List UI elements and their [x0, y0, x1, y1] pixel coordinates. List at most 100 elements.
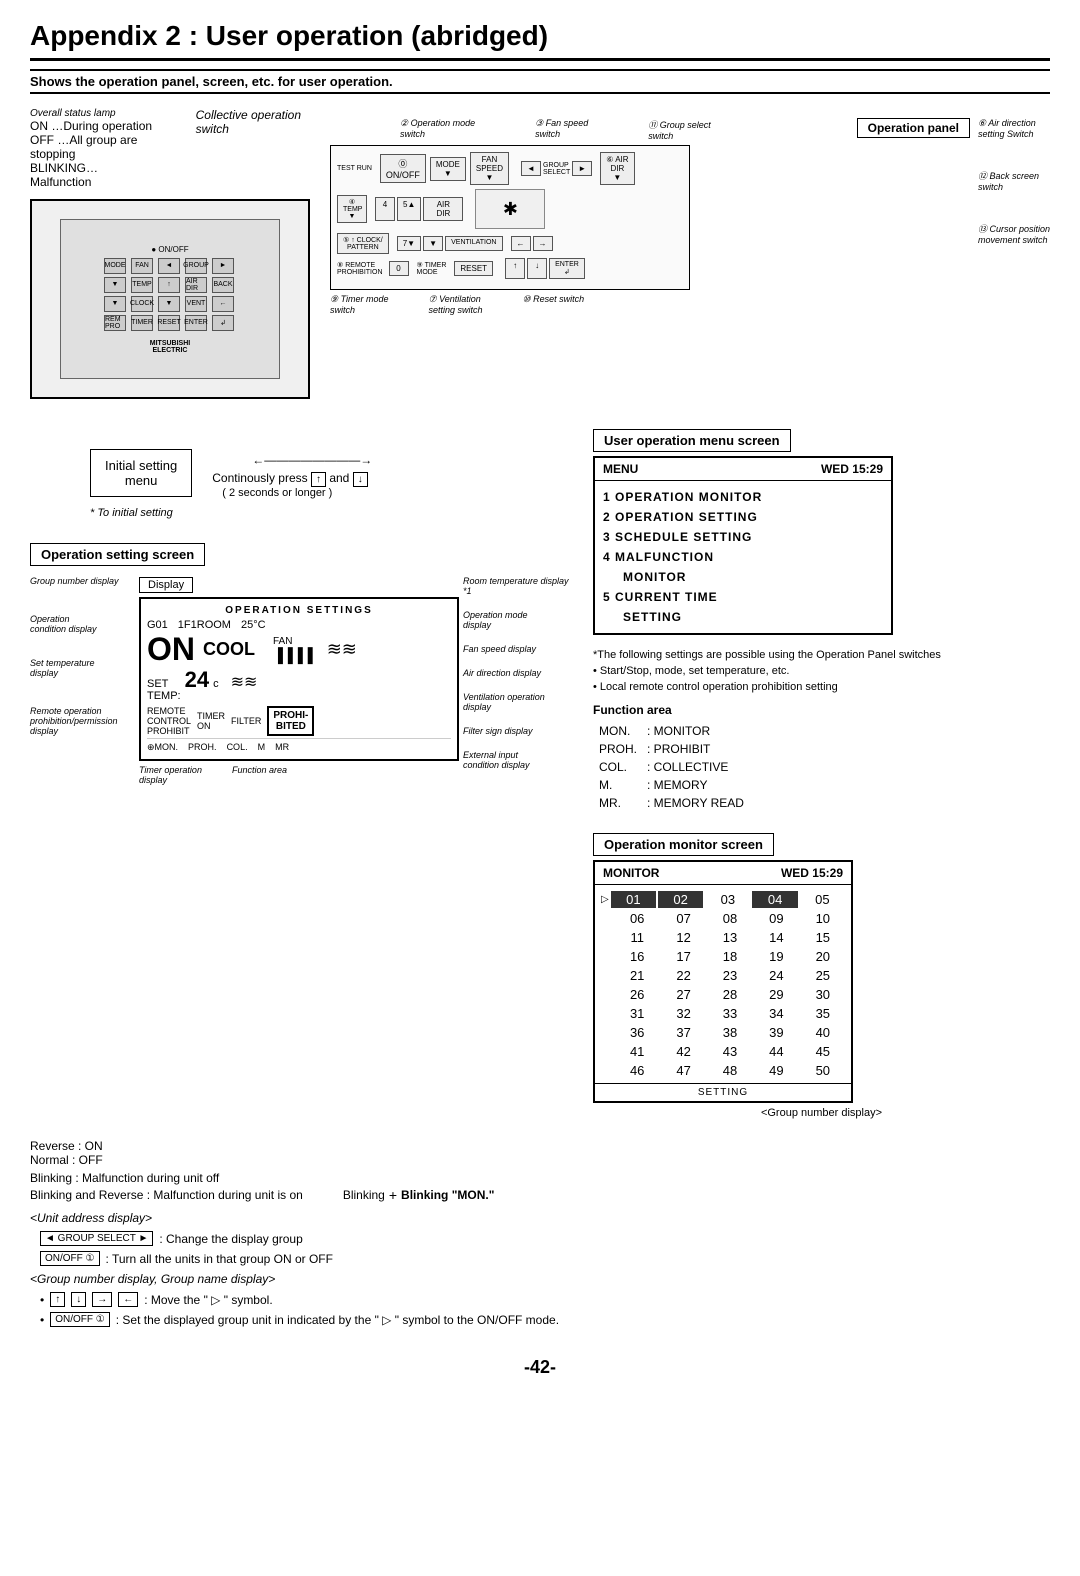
monitor-cell-01: 01	[611, 891, 656, 908]
monitor-header-label: MONITOR	[603, 866, 659, 880]
c30: 30	[801, 986, 845, 1003]
prohibit-label: PROHIBIT	[147, 726, 191, 736]
status-off: OFF …All group are stopping	[30, 133, 156, 161]
controller-illustration: ● ON/OFF MODE FAN ◄ GROUP ► ▼ TEMP ↑ AIR…	[30, 199, 310, 399]
up-btn[interactable]: ↑	[50, 1292, 65, 1307]
set-temp-c: c	[213, 678, 219, 690]
c07: 07	[661, 910, 705, 927]
menu-screen-label: User operation menu screen	[593, 429, 791, 452]
menu-item-4-sub: MONITOR	[603, 567, 883, 587]
blinking-reverse: Blinking and Reverse : Malfunction durin…	[30, 1188, 303, 1202]
monitor-cell-04: 04	[752, 891, 797, 908]
func-mr-abbr: MR.	[595, 795, 641, 811]
c24: 24	[754, 967, 798, 984]
op-setting-area: Operation setting screen Group number di…	[30, 543, 573, 785]
bullet-set-mode: • ON/OFF ① : Set the displayed group uni…	[40, 1312, 1050, 1327]
menu-items-list: 1 OPERATION MONITOR 2 OPERATION SETTING …	[595, 481, 891, 633]
c31: 31	[615, 1005, 659, 1022]
c06: 06	[615, 910, 659, 927]
right-btn[interactable]: →	[92, 1292, 112, 1307]
room-name: 1F1ROOM	[178, 619, 231, 631]
cursor-arrow: ▷	[601, 894, 609, 905]
c29: 29	[754, 986, 798, 1003]
func-col-abbr: COL.	[595, 759, 641, 775]
func-m-abbr: M.	[595, 777, 641, 793]
bottom-section: Reverse : ON Normal : OFF Blinking : Mal…	[30, 1139, 1050, 1327]
bullet-list-2: • ↑ ↓ → ← : Move the " ▷ " symbol. • ON/…	[40, 1292, 1050, 1327]
fan-label: FAN	[273, 636, 313, 647]
display-label: Display	[139, 577, 193, 593]
switch-label-10: ⑩ Reset switch	[523, 294, 585, 315]
label-function: Function area	[232, 765, 287, 785]
monitor-screen-label: Operation monitor screen	[593, 833, 774, 856]
page-number: -42-	[30, 1357, 1050, 1378]
function-area: Function area MON.: MONITOR PROH.: PROHI…	[593, 703, 1050, 813]
c11: 11	[615, 929, 659, 946]
onoff-btn-2[interactable]: ON/OFF ①	[50, 1312, 110, 1327]
c38: 38	[708, 1024, 752, 1041]
func-proh-desc: : PROHIBIT	[643, 741, 748, 757]
switch-label-3: ③ Fan speedswitch	[535, 118, 588, 141]
set-temp-val: 24	[185, 667, 209, 693]
label-set-temp: Set temperaturedisplay	[30, 658, 135, 678]
group-num: G01	[147, 619, 168, 631]
monitor-footer: SETTING	[595, 1083, 851, 1101]
control-label: CONTROL	[147, 716, 191, 726]
function-area-title: Function area	[593, 703, 1050, 717]
c33: 33	[708, 1005, 752, 1022]
menu-header-label: MENU	[603, 462, 638, 476]
c32: 32	[661, 1005, 705, 1022]
to-initial-note: * To initial setting	[90, 507, 192, 519]
c46: 46	[615, 1062, 659, 1079]
c37: 37	[661, 1024, 705, 1041]
bullet1: • Start/Stop, mode, set temperature, etc…	[593, 665, 1050, 677]
label-timer: Timer operationdisplay	[139, 765, 202, 785]
bullet-group-select: ◄ GROUP SELECT ► : Change the display gr…	[40, 1231, 1050, 1246]
c48: 48	[708, 1062, 752, 1079]
wind-display: ≋≋	[231, 672, 258, 692]
monitor-screen: MONITOR WED 15:29 ▷ 01 02 03 04 05	[593, 860, 853, 1103]
menu-time: WED 15:29	[821, 462, 883, 476]
status-lamp-section: Overall status lamp ON …During operation…	[30, 108, 156, 189]
c20: 20	[801, 948, 845, 965]
initial-menu-label: Initial settingmenu	[105, 458, 177, 488]
c49: 49	[754, 1062, 798, 1079]
label-op-mode: Operation modedisplay	[463, 610, 573, 630]
op-panel-label: Operation panel	[857, 118, 970, 138]
c35: 35	[801, 1005, 845, 1022]
c42: 42	[661, 1043, 705, 1060]
c28: 28	[708, 986, 752, 1003]
monitor-time: WED 15:29	[781, 866, 843, 880]
func-mon-abbr: MON.	[595, 723, 641, 739]
c17: 17	[661, 948, 705, 965]
onoff-btn[interactable]: ON/OFF ①	[40, 1251, 100, 1266]
func-mr-desc: : MEMORY READ	[643, 795, 748, 811]
status-blinking: BLINKING…Malfunction	[30, 161, 156, 189]
bullet-onoff: ON/OFF ① : Turn all the units in that gr…	[40, 1251, 1050, 1266]
function-table: MON.: MONITOR PROH.: PROHIBIT COL.: COLL…	[593, 721, 750, 813]
air-dir-display: ≋≋	[327, 639, 357, 660]
page-title: Appendix 2 : User operation (abridged)	[30, 20, 1050, 61]
note1: *The following settings are possible usi…	[593, 649, 1050, 661]
op-setting-screen: OPERATION SETTINGS G01 1F1ROOM 25°C ON C…	[139, 597, 459, 761]
monitor-cell-03: 03	[705, 891, 750, 908]
normal-note: Normal : OFF	[30, 1153, 103, 1167]
op-panel-box: TEST RUN ⓪ON/OFF MODE▼ FANSPEED▼ ◄ GROUP…	[330, 145, 690, 290]
set-temp-label: SETTEMP:	[147, 678, 181, 702]
left-btn[interactable]: ←	[118, 1292, 138, 1307]
remote-label: REMOTE	[147, 706, 191, 716]
c34: 34	[754, 1005, 798, 1022]
status-on: ON …During operation	[30, 119, 156, 133]
op-setting-label: Operation setting screen	[30, 543, 205, 566]
c15: 15	[801, 929, 845, 946]
down-btn[interactable]: ↓	[71, 1292, 86, 1307]
func-proh-abbr: PROH.	[595, 741, 641, 757]
c21: 21	[615, 967, 659, 984]
c50: 50	[801, 1062, 845, 1079]
group-select-btn[interactable]: ◄ GROUP SELECT ►	[40, 1231, 153, 1246]
c40: 40	[801, 1024, 845, 1041]
op-status: ON	[147, 633, 195, 665]
label-room-temp: Room temperature display *1	[463, 576, 573, 596]
c36: 36	[615, 1024, 659, 1041]
group-note: <Group number display>	[593, 1107, 1050, 1119]
